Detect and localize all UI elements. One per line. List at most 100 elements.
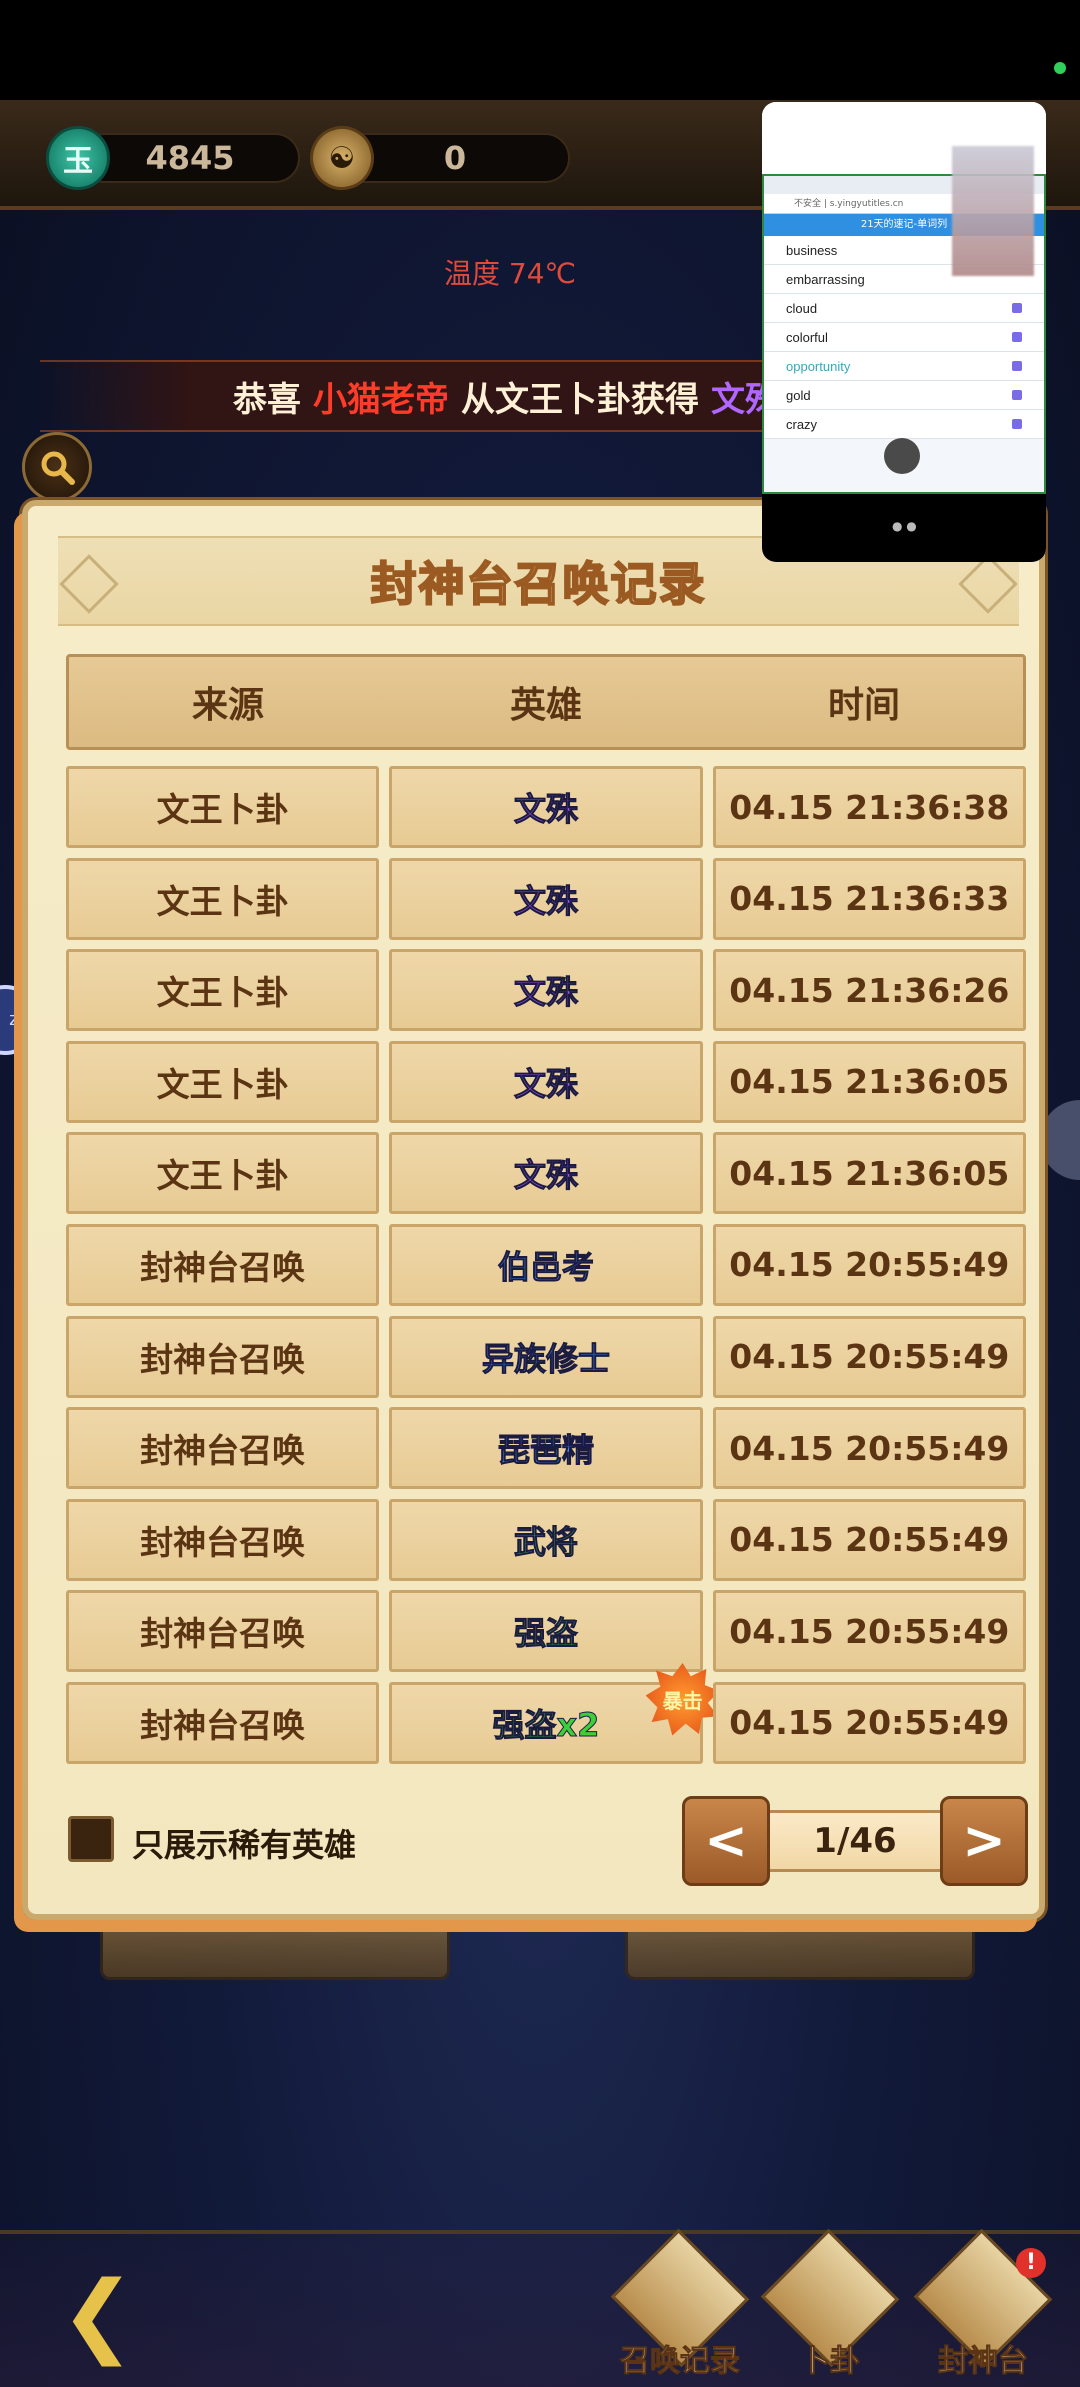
table-row: 文王卜卦 文殊 04.15 21:36:38 xyxy=(66,766,1026,848)
time-cell: 04.15 21:36:33 xyxy=(712,857,1026,940)
nav-divination[interactable]: 卜卦 xyxy=(755,2228,905,2380)
marquee-player: 小猫老帝 xyxy=(313,379,449,420)
overlay-word-text: gold xyxy=(786,388,811,403)
table-header: 来源 英雄 时间 xyxy=(66,654,1026,750)
source-cell: 文王卜卦 xyxy=(66,1040,380,1123)
overlay-word-text: crazy xyxy=(786,417,818,432)
microphone-icon[interactable] xyxy=(884,438,920,474)
nav-label-divination: 卜卦 xyxy=(800,2344,861,2380)
overlay-word-item[interactable]: cloud xyxy=(764,294,1044,323)
hero-name: 强盗 xyxy=(513,1614,578,1653)
source-cell: 封神台召唤 xyxy=(66,1315,380,1398)
lock-icon xyxy=(1012,303,1022,313)
source-cell: 文王卜卦 xyxy=(66,766,380,848)
time-cell: 04.15 20:55:49 xyxy=(712,1498,1026,1581)
table-row: 封神台召唤 武将 04.15 20:55:49 xyxy=(66,1498,1026,1581)
nav-label-record: 召唤记录 xyxy=(620,2344,741,2380)
hero-name: 文殊 xyxy=(513,1064,578,1103)
source-cell: 文王卜卦 xyxy=(66,1132,380,1215)
source-cell: 封神台召唤 xyxy=(66,1407,380,1490)
time-cell: 04.15 20:55:49 xyxy=(712,1223,1026,1306)
overlay-word-text: business xyxy=(786,243,838,258)
table-row: 封神台召唤 强盗x2 暴击 04.15 20:55:49 xyxy=(66,1662,1026,1764)
lock-icon xyxy=(1012,419,1022,429)
table-row: 封神台召唤 琵琶精 04.15 20:55:49 xyxy=(66,1407,1026,1490)
hero-cell: 文殊 xyxy=(389,857,703,940)
hero-name: 文殊 xyxy=(513,790,578,829)
overlay-word-item[interactable]: opportunity xyxy=(764,352,1044,381)
overlay-word-text: colorful xyxy=(786,330,828,345)
overlay-word-item[interactable]: colorful xyxy=(764,323,1044,352)
hero-cell: 文殊 xyxy=(389,1040,703,1123)
jade-coin-icon: 玉 xyxy=(46,126,110,190)
time-cell: 04.15 21:36:05 xyxy=(712,1132,1026,1215)
summon-once-button xyxy=(100,1920,450,1980)
hero-cell: 文殊 xyxy=(389,766,703,848)
table-row: 文王卜卦 文殊 04.15 21:36:05 xyxy=(66,1040,1026,1123)
screen-share-overlay[interactable]: 不安全 | s.yingyutitles.cn 21天的速记-单词列 busin… xyxy=(762,102,1046,562)
hero-name: 文殊 xyxy=(513,1156,578,1195)
chevron-right-icon: > xyxy=(962,1811,1006,1871)
status-bar xyxy=(0,0,1080,100)
previous-page-button[interactable]: < xyxy=(682,1796,770,1886)
overlay-word-text: embarrassing xyxy=(786,272,865,287)
back-arrow-icon[interactable]: ❮ xyxy=(60,2270,180,2360)
nav-fengshen-altar[interactable]: 封神台 ! xyxy=(908,2228,1058,2380)
marquee-prefix: 恭喜 xyxy=(233,379,301,420)
nav-label-altar: 封神台 xyxy=(938,2344,1029,2380)
hero-cell: 武将 xyxy=(389,1498,703,1581)
next-page-button[interactable]: > xyxy=(940,1796,1028,1886)
lock-icon xyxy=(1012,361,1022,371)
time-cell: 04.15 20:55:49 xyxy=(712,1681,1026,1764)
status-indicator-dot xyxy=(1054,62,1066,74)
table-row: 文王卜卦 文殊 04.15 21:36:05 xyxy=(66,1132,1026,1215)
rare-only-label: 只展示稀有英雄 xyxy=(132,1826,357,1864)
column-header-time: 时间 xyxy=(827,685,900,726)
pagination: < 1/46 > xyxy=(682,1796,1028,1886)
summon-ten-button xyxy=(625,1920,975,1980)
source-cell: 封神台召唤 xyxy=(66,1590,380,1673)
coin-value: 4845 xyxy=(145,139,235,177)
hero-name: 文殊 xyxy=(513,973,578,1012)
coin-counter: 4845 xyxy=(80,133,300,183)
blurred-camera-thumbnail xyxy=(952,146,1034,276)
overlay-word-item[interactable]: crazy xyxy=(764,410,1044,439)
lock-icon xyxy=(1012,332,1022,342)
panel-title: 封神台召唤记录 xyxy=(370,556,707,612)
overlay-word-item[interactable]: gold xyxy=(764,381,1044,410)
time-cell: 04.15 21:36:05 xyxy=(712,1040,1026,1123)
table-row: 封神台召唤 强盗 04.15 20:55:49 xyxy=(66,1590,1026,1673)
hero-name: 强盗x2 xyxy=(492,1705,600,1744)
source-cell: 文王卜卦 xyxy=(66,857,380,940)
nav-summon-record[interactable]: 召唤记录 xyxy=(605,2228,755,2380)
source-cell: 封神台召唤 xyxy=(66,1223,380,1306)
taiji-value: 0 xyxy=(443,139,467,177)
marquee-source: 从文王卜卦获得 xyxy=(461,379,699,420)
page-indicator: 1/46 xyxy=(770,1810,940,1872)
search-icon xyxy=(41,451,75,485)
time-cell: 04.15 21:36:26 xyxy=(712,949,1026,1032)
source-cell: 文王卜卦 xyxy=(66,949,380,1032)
hero-cell: 伯邑考 xyxy=(389,1223,703,1306)
overlay-word-text: opportunity xyxy=(786,359,851,374)
hero-name: 伯邑考 xyxy=(497,1247,594,1286)
hero-cell: 文殊 xyxy=(389,949,703,1032)
hero-cell: 强盗x2 暴击 xyxy=(389,1662,720,1764)
side-float-button-right[interactable] xyxy=(1040,1100,1080,1180)
hero-name: 异族修士 xyxy=(481,1339,610,1378)
table-row: 封神台召唤 伯邑考 04.15 20:55:49 xyxy=(66,1223,1026,1306)
table-row: 文王卜卦 文殊 04.15 21:36:26 xyxy=(66,949,1026,1032)
hero-cell: 文殊 xyxy=(389,1132,703,1215)
time-cell: 04.15 21:36:38 xyxy=(712,766,1026,848)
rare-only-checkbox[interactable] xyxy=(68,1816,114,1862)
chevron-left-icon: < xyxy=(704,1811,748,1871)
hero-name: 琵琶精 xyxy=(497,1431,594,1470)
summon-record-panel: 封神台召唤记录 来源 英雄 时间 文王卜卦 文殊 04.15 21:36:38 文王卜… xyxy=(22,500,1045,1920)
hero-cell: 异族修士 xyxy=(389,1315,703,1398)
overlay-page-dots: ● ● xyxy=(892,519,917,533)
time-cell: 04.15 20:55:49 xyxy=(712,1315,1026,1398)
search-button[interactable] xyxy=(22,432,92,502)
time-cell: 04.15 20:55:49 xyxy=(712,1407,1026,1490)
hero-name: 武将 xyxy=(513,1522,578,1561)
taiji-counter: 0 xyxy=(340,133,570,183)
